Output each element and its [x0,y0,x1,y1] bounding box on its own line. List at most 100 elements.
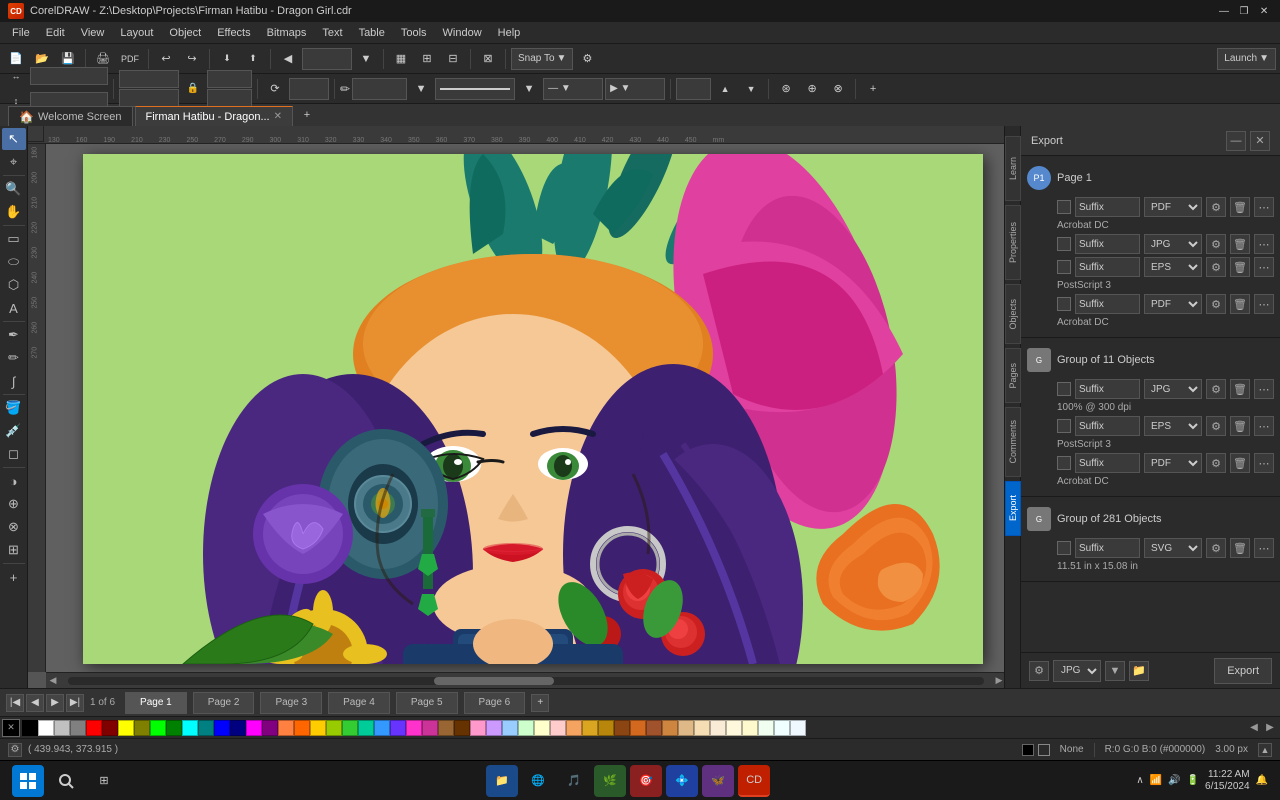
delete-g11-pdf[interactable]: 🗑 [1230,453,1250,473]
checkbox-page1-jpg[interactable] [1057,237,1071,251]
zoom-dropdown[interactable]: ▼ [354,47,378,71]
checkbox-g11-jpg[interactable] [1057,382,1071,396]
scale-y[interactable]: 100.0 [207,89,252,107]
color-swatch[interactable] [310,720,326,736]
transform-btn3[interactable]: ⊗ [826,77,850,101]
color-swatch[interactable] [118,720,134,736]
redo-button[interactable]: ↪ [180,47,204,71]
export-panel-close[interactable]: ✕ [1250,131,1270,151]
snap-settings[interactable]: ⚙ [575,47,599,71]
delete-page1-eps[interactable]: 🗑 [1230,257,1250,277]
taskbar-app3[interactable]: 💠 [666,765,698,797]
color-swatch[interactable] [150,720,166,736]
fill-swatch[interactable] [1022,744,1034,756]
page-last-button[interactable]: ▶| [66,694,84,712]
taskbar-chrome[interactable]: 🌐 [522,765,554,797]
suffix-g281-svg[interactable] [1075,538,1140,558]
arrow-start[interactable]: — ▼ [543,78,603,100]
checkbox-page1-pdf2[interactable] [1057,297,1071,311]
menu-bitmaps[interactable]: Bitmaps [259,25,315,41]
export-button[interactable]: ⬆ [241,47,265,71]
vtab-comments[interactable]: Comments [1005,407,1021,477]
color-swatch[interactable] [534,720,550,736]
color-swatch[interactable] [774,720,790,736]
taskbar-spotify[interactable]: 🎵 [558,765,590,797]
page-tab-3[interactable]: Page 3 [260,692,322,714]
settings-g11-jpg[interactable]: ⚙ [1206,379,1226,399]
settings-page1-eps[interactable]: ⚙ [1206,257,1226,277]
checkbox-page1-eps[interactable] [1057,260,1071,274]
tool-polygon[interactable]: ⬡ [2,274,26,296]
color-swatch[interactable] [550,720,566,736]
delete-g11-eps[interactable]: 🗑 [1230,416,1250,436]
checkbox-page1-pdf1[interactable] [1057,200,1071,214]
color-swatch[interactable] [646,720,662,736]
tool-pattern[interactable]: ⊞ [2,539,26,561]
settings-page1-pdf1[interactable]: ⚙ [1206,197,1226,217]
color-swatch[interactable] [342,720,358,736]
export-content[interactable]: P1 Page 1 PDFJPGPNGEPSSVG ⚙ 🗑 ⋯ Acrobat … [1021,156,1280,652]
color-swatch[interactable] [630,720,646,736]
export-run-button[interactable]: Export [1214,658,1272,684]
color-swatch[interactable] [694,720,710,736]
color-swatch[interactable] [134,720,150,736]
tool-distort[interactable]: ⊗ [2,516,26,538]
settings-g11-eps[interactable]: ⚙ [1206,416,1226,436]
tool-node[interactable]: ⌖ [2,151,26,173]
color-swatch[interactable] [326,720,342,736]
format-g11-jpg[interactable]: JPGPDFPNGEPSSVG [1144,379,1202,399]
export-dropdown-button[interactable]: ▼ [1105,661,1125,681]
export-format-selector[interactable]: JPG [1053,660,1101,682]
color-swatch[interactable] [182,720,198,736]
color-swatch[interactable] [246,720,262,736]
menu-window[interactable]: Window [435,25,490,41]
suffix-page1-pdf2[interactable] [1075,294,1140,314]
delete-page1-jpg[interactable]: 🗑 [1230,234,1250,254]
format-page1-jpg[interactable]: JPGPDFPNGEPSSVG [1144,234,1202,254]
status-expand-button[interactable]: ▲ [1258,743,1272,757]
lock-aspect[interactable]: 🔒 [181,77,205,101]
tool-eraser[interactable]: ◻ [2,443,26,465]
color-swatch[interactable] [582,720,598,736]
color-swatch[interactable] [70,720,86,736]
num-input[interactable]: 75 [676,78,711,100]
tool-ellipse[interactable]: ⬭ [2,251,26,273]
color-swatch[interactable] [486,720,502,736]
color-swatch[interactable] [454,720,470,736]
export-settings-button[interactable]: ⚙ [1029,661,1049,681]
scroll-track[interactable] [68,677,984,685]
tray-battery[interactable]: 🔋 [1187,775,1199,786]
color-swatch[interactable] [438,720,454,736]
canvas-inner[interactable] [46,144,1020,672]
format-g281-svg[interactable]: SVGPDFJPGPNGEPS [1144,538,1202,558]
color-swatch[interactable] [230,720,246,736]
color-swatch[interactable] [662,720,678,736]
color-swatch[interactable] [502,720,518,736]
tool-pen[interactable]: ✒ [2,324,26,346]
delete-page1-pdf2[interactable]: 🗑 [1230,294,1250,314]
color-swatch[interactable] [470,720,486,736]
tool-freehand[interactable]: ✏ [2,347,26,369]
canvas-content[interactable] [83,154,983,664]
tool-bezier[interactable]: ∫ [2,370,26,392]
size-dropdown[interactable]: ▼ [409,77,433,101]
more-g281-svg[interactable]: ⋯ [1254,538,1274,558]
tool-zoom[interactable]: 🔍 [2,178,26,200]
scroll-thumb[interactable] [434,677,554,685]
checkbox-g11-eps[interactable] [1057,419,1071,433]
menu-table[interactable]: Table [351,25,393,41]
color-swatch[interactable] [198,720,214,736]
num-up[interactable]: ▲ [713,77,737,101]
swatch-scroll-right[interactable]: ▶ [1262,720,1278,736]
format-g11-pdf[interactable]: PDFJPGPNGEPSSVG [1144,453,1202,473]
page-tab-2[interactable]: Page 2 [193,692,255,714]
taskbar-explorer[interactable]: 📁 [486,765,518,797]
view-btn1[interactable]: ▦ [389,47,413,71]
status-settings-icon[interactable]: ⚙ [8,743,22,757]
tool-eyedrop[interactable]: 💉 [2,420,26,442]
settings-g11-pdf[interactable]: ⚙ [1206,453,1226,473]
color-swatch[interactable] [262,720,278,736]
color-swatch[interactable] [390,720,406,736]
more-page1-pdf1[interactable]: ⋯ [1254,197,1274,217]
more-g11-pdf[interactable]: ⋯ [1254,453,1274,473]
